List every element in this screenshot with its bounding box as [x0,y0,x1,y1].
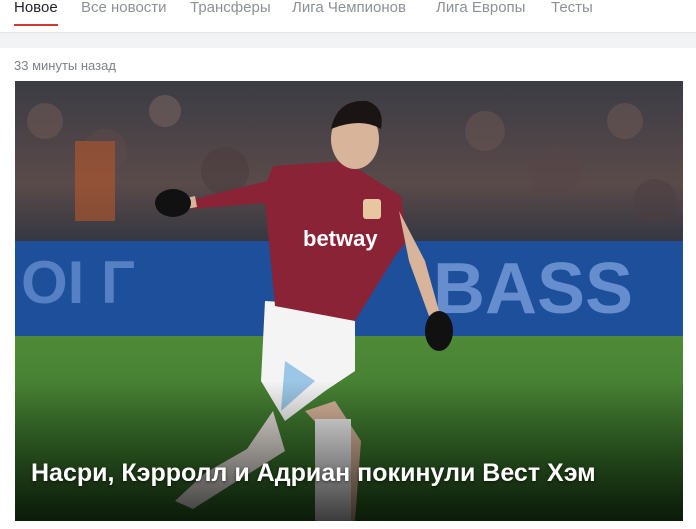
board-text-left: OI Г [21,249,135,316]
tab-all-news[interactable]: Все новости [81,0,167,30]
tab-label: Лига Европы [436,0,526,16]
tab-label: Трансферы [190,0,271,16]
football-player-photo: OI Г BASS betway [15,81,683,521]
tab-label: Тесты [551,0,593,16]
board-text: BASS [433,249,633,329]
tab-tests[interactable]: Тесты [551,0,593,30]
article-headline[interactable]: Насри, Кэрролл и Адриан покинули Вест Хэ… [31,459,671,488]
news-card[interactable]: 33 минуты назад OI Г BASS betway Насри, … [0,48,696,529]
section-tabs: Новое Все новости Трансферы Лига Чемпион… [0,0,696,33]
tab-label: Новое [14,0,58,16]
tab-champions-league[interactable]: Лига Чемпионов [292,0,406,30]
article-hero-image[interactable]: OI Г BASS betway Насри, Кэрролл и Адриан… [15,81,683,521]
tab-europa-league[interactable]: Лига Европы [436,0,525,30]
tab-label: Лига Чемпионов [292,0,406,16]
shirt-sponsor: betway [303,226,378,251]
tab-transfers[interactable]: Трансферы [190,0,271,30]
article-timestamp: 33 минуты назад [14,58,116,73]
tab-label: Все новости [81,0,167,16]
tab-new[interactable]: Новое [14,0,58,30]
active-tab-indicator [14,24,58,26]
